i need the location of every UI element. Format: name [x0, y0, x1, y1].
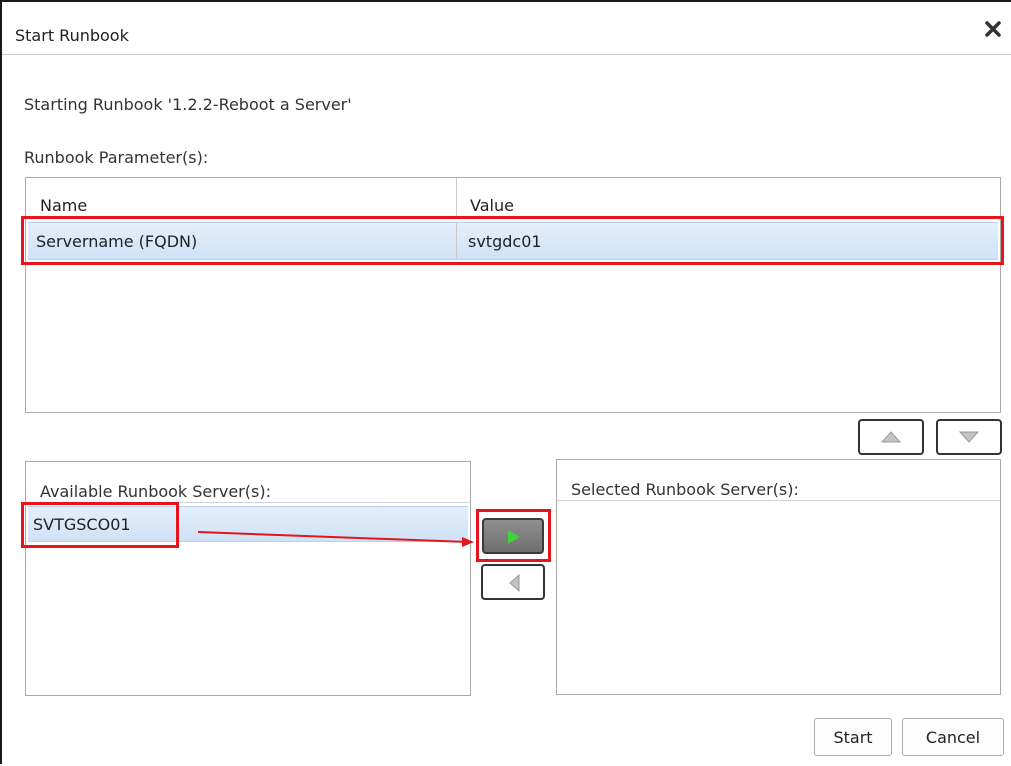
- start-runbook-dialog: Start Runbook Starting Runbook '1.2.2-Re…: [0, 0, 1011, 764]
- parameter-row-highlight: [21, 216, 1004, 265]
- grid-header: Name Value: [26, 178, 1000, 216]
- title-bar: Start Runbook: [2, 2, 1011, 55]
- column-header-value[interactable]: Value: [470, 196, 514, 215]
- available-servers-panel: Available Runbook Server(s): SVTGSCO01: [25, 461, 471, 696]
- dialog-title: Start Runbook: [15, 26, 129, 45]
- available-servers-title: Available Runbook Server(s):: [40, 482, 271, 501]
- start-button[interactable]: Start: [814, 718, 892, 756]
- cancel-button[interactable]: Cancel: [902, 718, 1004, 756]
- move-down-button[interactable]: [936, 419, 1002, 455]
- selected-servers-panel: Selected Runbook Server(s):: [556, 459, 1001, 695]
- available-server-highlight: [21, 502, 179, 548]
- runbook-subtitle: Starting Runbook '1.2.2-Reboot a Server': [24, 95, 352, 114]
- selected-servers-header: Selected Runbook Server(s):: [557, 460, 1000, 501]
- column-divider[interactable]: [456, 178, 457, 216]
- column-header-name[interactable]: Name: [40, 196, 87, 215]
- parameters-label: Runbook Parameter(s):: [24, 148, 209, 167]
- add-button-highlight: [476, 509, 551, 562]
- selected-servers-title: Selected Runbook Server(s):: [571, 480, 799, 499]
- available-servers-header: Available Runbook Server(s):: [26, 462, 470, 503]
- left-arrow-icon: [509, 574, 520, 592]
- triangle-up-icon: [881, 431, 901, 443]
- triangle-down-icon: [959, 431, 979, 443]
- move-up-button[interactable]: [858, 419, 924, 455]
- remove-server-button[interactable]: [481, 564, 545, 600]
- close-icon[interactable]: [984, 20, 1002, 38]
- parameters-grid: Name Value Servername (FQDN) svtgdc01: [25, 177, 1001, 413]
